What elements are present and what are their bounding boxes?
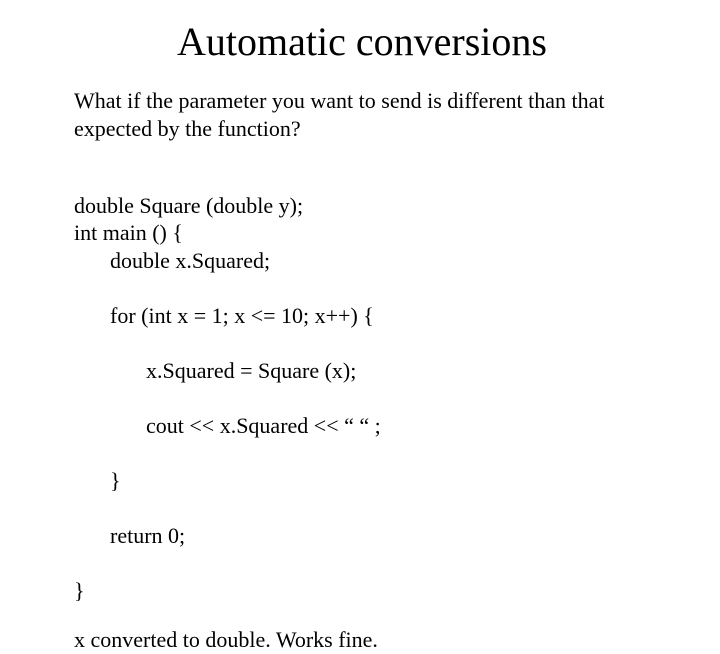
code-line: double Square (double y); [74,193,303,218]
slide-title: Automatic conversions [74,18,650,65]
conclusion-paragraph: x converted to double. Works fine. [74,626,650,654]
code-line: x.Squared = Square (x); [74,357,650,385]
code-line: } [74,467,650,495]
slide-body: What if the parameter you want to send i… [74,87,650,654]
code-line: double x.Squared; [74,247,650,275]
code-line: cout << x.Squared << “ “ ; [74,412,650,440]
code-line: return 0; [74,522,650,550]
code-line: for (int x = 1; x <= 10; x++) { [74,302,650,330]
code-line: } [74,578,85,603]
code-block: double Square (double y); int main () { … [74,164,650,604]
slide: Automatic conversions What if the parame… [0,0,720,540]
code-line: int main () { [74,220,183,245]
intro-paragraph: What if the parameter you want to send i… [74,87,650,142]
